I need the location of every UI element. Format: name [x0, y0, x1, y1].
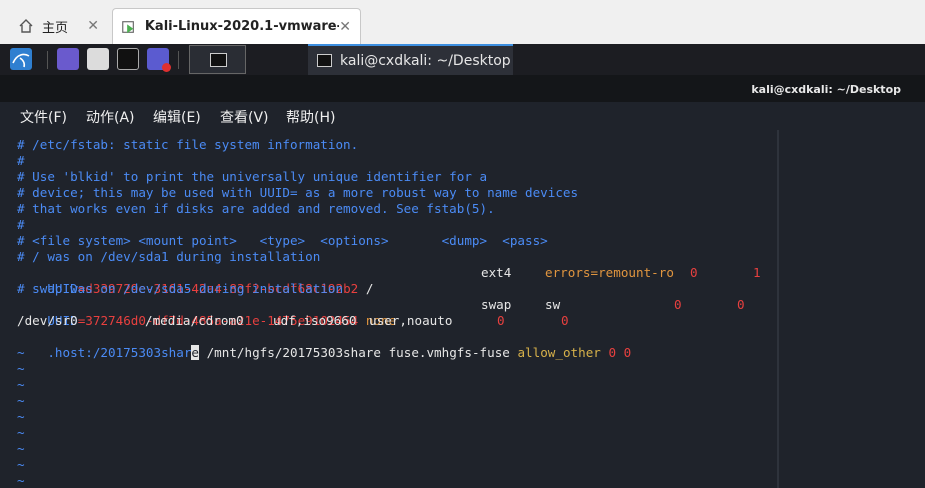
empty-line-tilde: ~	[17, 345, 25, 360]
fstab-entry-swap: UUID=372746d0-df7d-485a-a21e-1475e910245…	[17, 297, 396, 328]
tab-home-label: 主页	[42, 20, 69, 36]
fstab-line: # <file system> <mount point> <type> <op…	[17, 233, 548, 248]
mount-point: /media/cdrom0	[145, 313, 244, 328]
kali-panel: kali@cxdkali: ~/Desktop	[0, 44, 925, 75]
menu-view[interactable]: 查看(V)	[220, 107, 269, 127]
show-desktop-icon[interactable]	[57, 48, 79, 70]
empty-line-tilde: ~	[17, 361, 25, 376]
menu-help[interactable]: 帮助(H)	[286, 107, 335, 127]
terminal-title: kali@cxdkali: ~/Desktop	[751, 83, 901, 96]
host-share: .host:/20175303shar	[47, 345, 192, 360]
fs-type: fuse.vmhgfs-fuse	[380, 345, 510, 360]
pass-value: 0	[737, 297, 745, 312]
menu-action[interactable]: 动作(A)	[86, 107, 135, 127]
file-manager-icon[interactable]	[87, 48, 109, 70]
mount-point: /	[358, 281, 374, 296]
dump-pass-values: 0 0	[600, 345, 632, 360]
pass-value: 0	[561, 313, 569, 328]
tab-vm[interactable]: Kali-Linux-2020.1-vmware-a... ✕	[112, 8, 361, 44]
mount-options: allow_other	[509, 345, 601, 360]
fstab-line: # swap was on /dev/sda5 during installat…	[17, 281, 344, 296]
dump-value: 0	[674, 297, 682, 312]
device-path: /dev/sr0	[17, 313, 78, 328]
fstab-entry-root: UUID=d339729e-3161-42a4-83f2-bcdf68c192b…	[17, 265, 373, 296]
dump-value: 0	[497, 313, 505, 328]
empty-line-tilde: ~	[17, 457, 25, 472]
terminal-icon[interactable]	[117, 48, 139, 70]
close-icon[interactable]: ✕	[339, 19, 351, 35]
empty-line-tilde: ~	[17, 377, 25, 392]
fstab-line: # / was on /dev/sda1 during installation	[17, 249, 321, 264]
text-cursor: e	[191, 345, 199, 360]
kali-menu-icon[interactable]	[10, 48, 32, 70]
empty-line-tilde: ~	[17, 441, 25, 456]
mount-options: user,noauto	[369, 313, 453, 328]
empty-line-tilde: ~	[17, 473, 25, 488]
tab-home[interactable]: 主页 ✕	[8, 8, 108, 44]
fstab-line: #	[17, 217, 25, 232]
home-icon	[19, 19, 33, 33]
taskbar-terminal-window[interactable]: kali@cxdkali: ~/Desktop	[308, 44, 513, 75]
mount-options: errors=remount-ro	[545, 265, 674, 280]
fs-type: ext4	[481, 265, 512, 280]
empty-line-tilde: ~	[17, 425, 25, 440]
fstab-line: # Use 'blkid' to print the universally u…	[17, 169, 488, 184]
vm-tab-bar: 主页 ✕ Kali-Linux-2020.1-vmware-a... ✕	[0, 0, 925, 45]
workspace-button[interactable]	[189, 45, 246, 74]
tab-vm-label: Kali-Linux-2020.1-vmware-a...	[144, 19, 340, 34]
fstab-entry-hgfs: .host:/20175303share /mnt/hgfs/20175303s…	[17, 329, 631, 360]
panel-divider	[47, 51, 48, 69]
close-icon[interactable]: ✕	[87, 18, 99, 34]
terminal-titlebar[interactable]: kali@cxdkali: ~/Desktop	[0, 75, 925, 102]
fstab-line: #	[17, 153, 25, 168]
fs-type: udf,iso9660	[273, 313, 357, 328]
terminal-menubar: 文件(F) 动作(A) 编辑(E) 查看(V) 帮助(H)	[0, 102, 925, 130]
scrollbar-track[interactable]	[777, 130, 779, 488]
pass-value: 1	[753, 265, 761, 280]
mount-options: sw	[545, 297, 561, 312]
workspace-icon	[210, 53, 227, 67]
taskbar-window-title: kali@cxdkali: ~/Desktop	[340, 52, 511, 69]
empty-line-tilde: ~	[17, 393, 25, 408]
terminal-scrollbar[interactable]	[777, 130, 925, 488]
dump-value: 0	[690, 265, 698, 280]
fstab-line: # /etc/fstab: static file system informa…	[17, 137, 359, 152]
terminal-body[interactable]: # /etc/fstab: static file system informa…	[0, 130, 777, 488]
mount-point: /mnt/hgfs/20175303share	[199, 345, 381, 360]
fstab-line: # device; this may be used with UUID= as…	[17, 185, 579, 200]
menu-file[interactable]: 文件(F)	[20, 107, 67, 127]
vm-play-icon	[122, 20, 134, 33]
menu-edit[interactable]: 编辑(E)	[153, 107, 201, 127]
empty-line-tilde: ~	[17, 409, 25, 424]
screen-recorder-icon[interactable]	[147, 48, 171, 72]
fstab-line: # that works even if disks are added and…	[17, 201, 495, 216]
fs-type: swap	[481, 297, 512, 312]
terminal-window-icon	[317, 54, 332, 67]
panel-divider	[178, 51, 179, 69]
